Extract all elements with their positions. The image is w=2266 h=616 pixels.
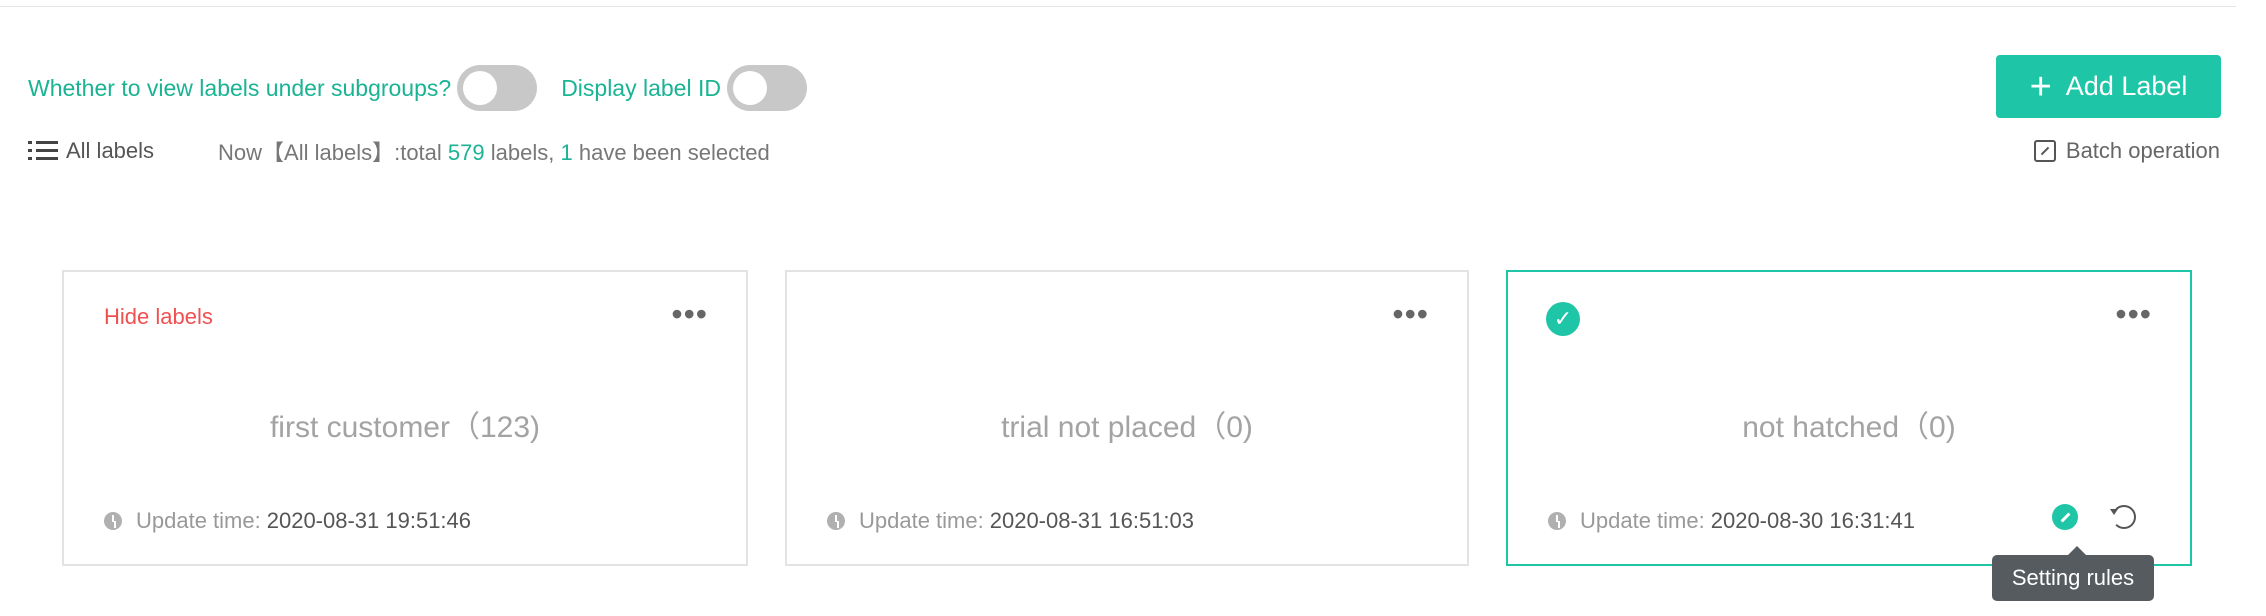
toggle-knob bbox=[463, 71, 498, 105]
label-name: first customer（123) bbox=[269, 411, 541, 444]
status-mid: labels, bbox=[490, 140, 555, 165]
card-actions bbox=[2052, 504, 2136, 530]
filter-bar: Whether to view labels under subgroups? … bbox=[28, 64, 807, 112]
label-name: not hatched（0) bbox=[1742, 411, 1956, 444]
display-id-label: Display label ID bbox=[561, 74, 721, 101]
selection-status: Now【All labels】:total 579 labels, 1 have… bbox=[218, 135, 770, 167]
label-card[interactable]: ••• trial not placed（0) Update time: 202… bbox=[785, 270, 1469, 566]
edit-rules-icon[interactable] bbox=[2052, 504, 2078, 530]
subgroups-toggle[interactable] bbox=[457, 65, 538, 111]
update-time-value: 2020-08-30 16:31:41 bbox=[1710, 508, 1916, 533]
display-id-toggle[interactable] bbox=[726, 65, 807, 111]
more-options-icon[interactable]: ••• bbox=[2115, 298, 2152, 330]
toggle-knob bbox=[732, 71, 767, 105]
clock-icon bbox=[827, 512, 845, 530]
selected-check-icon[interactable]: ✓ bbox=[1546, 302, 1580, 336]
setting-rules-tooltip: Setting rules bbox=[1992, 546, 2154, 601]
update-time: Update time: 2020-08-30 16:31:41 bbox=[1548, 508, 1915, 534]
update-time: Update time: 2020-08-31 19:51:46 bbox=[104, 508, 471, 534]
all-labels-link[interactable]: All labels bbox=[66, 138, 154, 164]
add-label-button[interactable]: + Add Label bbox=[1996, 55, 2221, 118]
update-time: Update time: 2020-08-31 16:51:03 bbox=[827, 508, 1194, 534]
clock-icon bbox=[104, 512, 122, 530]
hidden-tag: Hide labels bbox=[104, 304, 213, 329]
status-suffix: have been selected bbox=[578, 140, 770, 165]
batch-operation-button[interactable]: Batch operation bbox=[2033, 135, 2220, 167]
batch-operation-label: Batch operation bbox=[2065, 138, 2220, 163]
label-name: trial not placed（0) bbox=[1001, 411, 1253, 444]
more-options-icon[interactable]: ••• bbox=[671, 298, 708, 330]
refresh-icon[interactable] bbox=[2110, 505, 2136, 529]
subgroups-filter-label: Whether to view labels under subgroups? bbox=[28, 74, 452, 101]
list-icon bbox=[28, 140, 58, 162]
total-count: 579 bbox=[447, 140, 485, 165]
summary-bar: All labels Now【All labels】:total 579 lab… bbox=[28, 135, 770, 167]
update-time-label: Update time: bbox=[136, 508, 261, 533]
clock-icon bbox=[1548, 512, 1566, 530]
update-time-value: 2020-08-31 16:51:03 bbox=[989, 508, 1195, 533]
add-label-text: Add Label bbox=[2065, 71, 2188, 101]
update-time-value: 2020-08-31 19:51:46 bbox=[266, 508, 472, 533]
batch-edit-icon bbox=[2033, 140, 2056, 162]
label-card-selected[interactable]: ✓ ••• not hatched（0) Update time: 2020-0… bbox=[1506, 270, 2192, 566]
top-divider bbox=[0, 6, 2236, 7]
more-options-icon[interactable]: ••• bbox=[1392, 298, 1429, 330]
plus-icon: + bbox=[2029, 65, 2052, 108]
status-prefix: Now【All labels】:total bbox=[218, 140, 442, 165]
label-card[interactable]: Hide labels ••• first customer（123) Upda… bbox=[62, 270, 748, 566]
update-time-label: Update time: bbox=[1580, 508, 1705, 533]
selected-count: 1 bbox=[560, 140, 573, 165]
update-time-label: Update time: bbox=[859, 508, 984, 533]
